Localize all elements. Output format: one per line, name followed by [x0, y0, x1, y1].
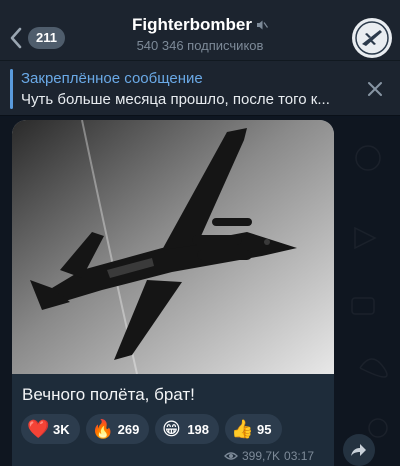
channel-name: Fighterbomber	[132, 15, 252, 34]
close-icon[interactable]	[364, 78, 386, 100]
fire-icon: 🔥	[91, 419, 115, 439]
unread-count-badge: 211	[28, 27, 65, 49]
reaction-count: 95	[257, 421, 272, 437]
grinning-face-icon: 😁	[161, 419, 181, 439]
speaker-muted-icon	[256, 20, 268, 30]
heart-icon: ❤️	[27, 419, 50, 439]
share-button[interactable]	[343, 434, 375, 466]
channel-info[interactable]: Fighterbomber 540 346 подписчиков	[90, 14, 310, 55]
reaction-count: 269	[117, 421, 140, 437]
fighterbomber-logo-icon	[353, 19, 391, 57]
eye-icon	[224, 452, 238, 460]
share-arrow-icon	[351, 444, 366, 456]
pinned-indicator	[10, 69, 13, 109]
view-count: 399,7K	[242, 449, 281, 463]
reaction-count: 3K	[53, 421, 70, 437]
reactions-row: ❤️ 3K 🔥 269 😁 198 👍 95	[21, 414, 282, 444]
channel-avatar[interactable]	[352, 18, 392, 58]
message-bubble: Вечного полёта, брат! ❤️ 3K 🔥 269 😁 198 …	[12, 120, 334, 466]
pinned-text: Чуть больше месяца прошло, после того к.…	[21, 91, 330, 108]
message-photo[interactable]	[12, 120, 334, 374]
chat-header: 211 Fighterbomber 540 346 подписчиков	[0, 0, 400, 60]
message-meta: 399,7K 03:17	[224, 449, 314, 463]
pinned-message-bar[interactable]: Закреплённое сообщение Чуть больше месяц…	[0, 60, 400, 116]
chevron-left-icon	[10, 27, 22, 49]
pinned-title: Закреплённое сообщение	[21, 70, 203, 87]
reaction-fire[interactable]: 🔥 269	[85, 414, 150, 444]
message-time: 03:17	[284, 449, 315, 463]
reaction-heart[interactable]: ❤️ 3K	[21, 414, 80, 444]
reaction-grin[interactable]: 😁 198	[155, 414, 220, 444]
aircraft-photo	[12, 120, 334, 374]
message-caption: Вечного полёта, брат!	[22, 385, 195, 404]
channel-title: Fighterbomber	[132, 14, 268, 36]
subscriber-count: 540 346 подписчиков	[136, 38, 264, 53]
reaction-count: 198	[187, 421, 210, 437]
reaction-thumbs-up[interactable]: 👍 95	[225, 414, 282, 444]
thumbs-up-icon: 👍	[231, 419, 254, 439]
back-button[interactable]: 211	[8, 25, 65, 51]
